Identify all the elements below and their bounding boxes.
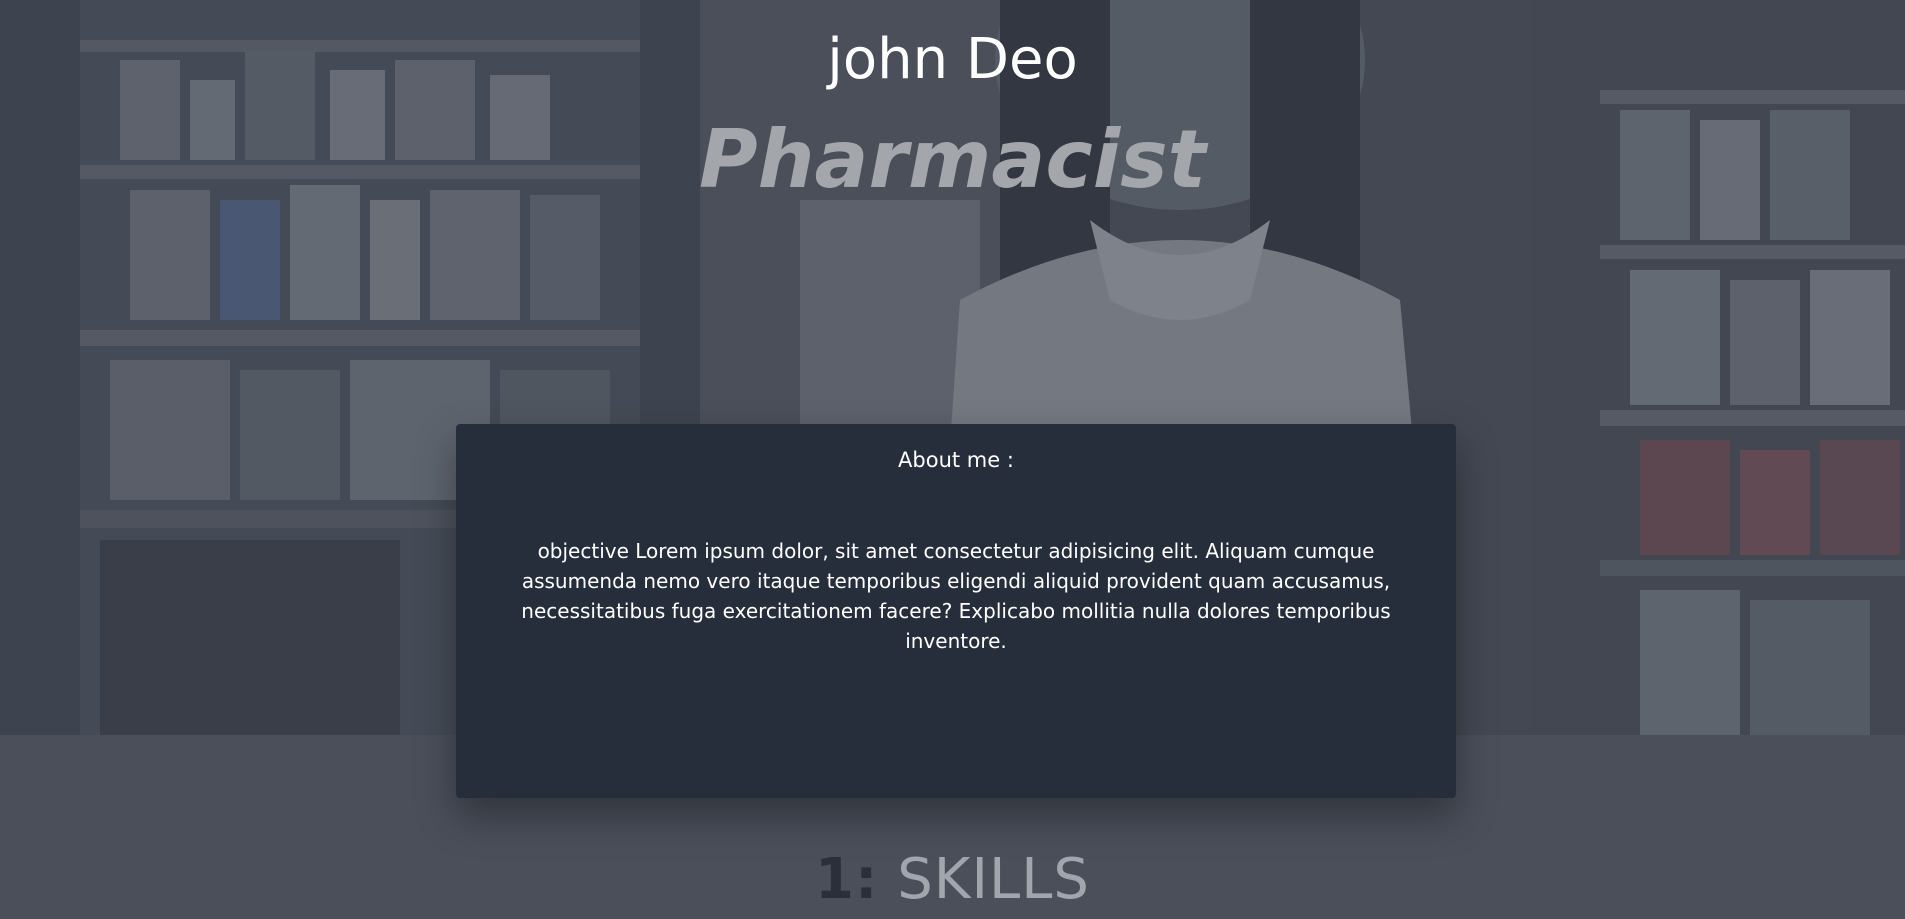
skills-label: SKILLS — [897, 847, 1090, 912]
about-text: objective Lorem ipsum dolor, sit amet co… — [521, 539, 1391, 653]
about-card: About me : objective Lorem ipsum dolor, … — [456, 424, 1456, 798]
skills-number: 1: — [815, 847, 879, 912]
hero-name: john Deo — [827, 27, 1078, 92]
about-heading: About me : — [898, 448, 1014, 472]
hero-job-title: Pharmacist — [698, 113, 1207, 206]
skills-section-title: 1: SKILLS — [0, 848, 1905, 912]
